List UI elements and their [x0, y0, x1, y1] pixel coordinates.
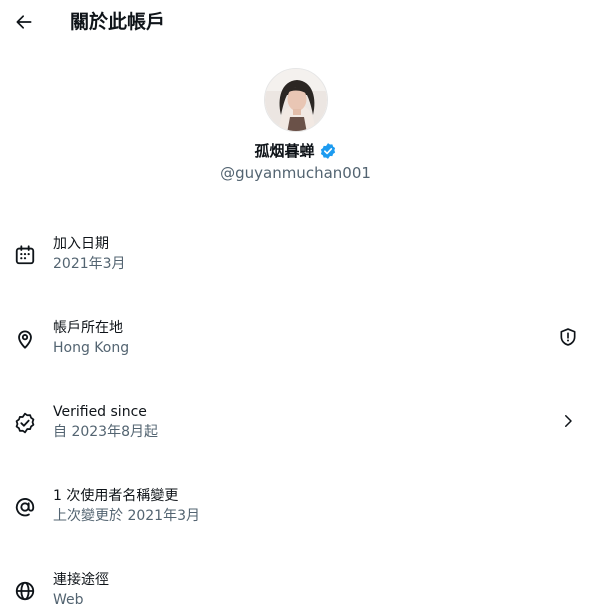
row-chevron — [557, 410, 579, 432]
location-info-button[interactable] — [557, 326, 579, 348]
verified-badge-icon — [15, 412, 35, 434]
row-label: Verified since — [53, 404, 147, 420]
back-button[interactable] — [12, 10, 36, 34]
row-label: 加入日期 — [53, 236, 109, 252]
profile-section: 孤烟暮蝉 @guyanmuchan001 — [0, 68, 591, 183]
row-label: 帳戶所在地 — [53, 320, 123, 336]
row-value: 自 2023年8月起 — [53, 424, 158, 440]
arrow-left-icon — [16, 15, 32, 29]
globe-icon — [15, 581, 35, 601]
info-row-joined: 加入日期 2021年3月 — [0, 234, 591, 280]
row-value: 上次變更於 2021年3月 — [53, 508, 200, 524]
info-row-connected-via: 連接途徑 Web — [0, 570, 591, 616]
calendar-icon — [15, 245, 35, 265]
shield-alert-icon — [560, 328, 576, 346]
page-title: 關於此帳戶 — [70, 11, 166, 33]
row-label: 1 次使用者名稱變更 — [53, 488, 179, 504]
display-name: 孤烟暮蝉 — [254, 142, 315, 160]
chevron-right-icon — [565, 415, 572, 427]
info-row-username-changes: 1 次使用者名稱變更 上次變更於 2021年3月 — [0, 486, 591, 532]
location-pin-icon — [18, 330, 32, 349]
header: 關於此帳戶 — [0, 0, 591, 46]
info-row-location: 帳戶所在地 Hong Kong — [0, 318, 591, 364]
row-label: 連接途徑 — [53, 572, 109, 588]
row-value: Web — [53, 592, 84, 608]
at-sign-icon — [15, 498, 35, 517]
username-handle: @guyanmuchan001 — [220, 164, 371, 182]
info-row-verified[interactable]: Verified since 自 2023年8月起 — [0, 402, 591, 448]
verified-badge-icon[interactable] — [319, 142, 337, 160]
avatar-image — [264, 69, 327, 131]
display-name-row: 孤烟暮蝉 — [0, 141, 591, 161]
row-value: 2021年3月 — [53, 256, 126, 272]
row-value: Hong Kong — [53, 340, 130, 356]
avatar[interactable] — [263, 68, 328, 132]
